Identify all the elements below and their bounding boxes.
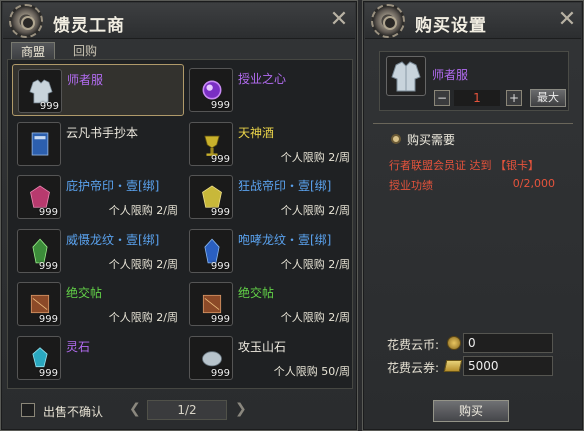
tab-buyback[interactable]: 回购 (63, 42, 107, 60)
gear-emblem-icon (371, 4, 405, 38)
item-name: 灵石 (66, 339, 91, 354)
item-count: 999 (210, 367, 230, 379)
selected-item-name: 师者服 (432, 68, 469, 82)
item-name: 咆哮龙纹・壹[绑] (238, 232, 332, 247)
item-count: 999 (210, 314, 230, 325)
item-name: 庇护帝印・壹[绑] (66, 179, 160, 193)
page-indicator: 1/2 (147, 400, 227, 420)
wine-cup-icon: 999 (189, 121, 233, 166)
cost-coin-label: 花费云币: (387, 338, 440, 352)
item-count: 999 (210, 100, 230, 111)
item-name: 师者服 (67, 73, 104, 87)
item-name: 绝交帖 (66, 286, 103, 300)
requirement-merit-label: 授业功绩 (389, 179, 433, 192)
close-icon[interactable]: ✕ (555, 9, 579, 33)
purchase-titlebar[interactable]: 购买设置 ✕ (365, 3, 581, 39)
item-count: 999 (210, 153, 230, 165)
purchase-limit: 个人限购 2/周 (108, 257, 178, 271)
purchase-settings-panel: 购买设置 ✕ 师者服 − 1 + 最大 购买需要 行者联盟会员证 达到 【银卡】… (362, 0, 584, 431)
shop-title: 馈灵工商 (53, 16, 125, 36)
seal-icon: 999 (17, 175, 61, 219)
gear-emblem-icon (9, 4, 43, 38)
shop-item[interactable]: 999 庇护帝印・壹[绑] 个人限购 2/周 (12, 171, 184, 223)
shop-item[interactable]: 999 咆哮龙纹・壹[绑] 个人限购 2/周 (184, 225, 356, 277)
item-name: 云凡书手抄本 (66, 125, 139, 140)
shop-item[interactable]: 999 授业之心 (184, 64, 356, 116)
purchase-limit: 个人限购 2/周 (280, 311, 350, 324)
robe-icon (386, 56, 426, 96)
item-count: 999 (210, 260, 230, 272)
seal-icon: 999 (189, 175, 233, 219)
shop-item[interactable]: 999 狂战帝印・壹[绑] 个人限购 2/周 (184, 171, 356, 223)
shop-titlebar[interactable]: 馈灵工商 ✕ (3, 3, 355, 39)
purchase-limit: 个人限购 2/周 (280, 150, 350, 164)
purchase-limit: 个人限购 2/周 (280, 204, 350, 217)
shop-item[interactable]: 999 师者服 (12, 64, 184, 116)
no-confirm-checkbox[interactable] (21, 403, 35, 417)
item-name: 绝交帖 (238, 286, 275, 300)
item-count: 999 (38, 367, 58, 379)
shop-item[interactable]: 999 灵石 (12, 332, 184, 384)
item-name: 天神酒 (238, 125, 275, 140)
coin-icon (447, 336, 461, 350)
purchase-limit: 个人限购 2/周 (280, 257, 350, 271)
item-name: 攻玉山石 (238, 339, 287, 354)
robe-icon: 999 (18, 69, 62, 113)
cost-coin-field: 0 (463, 333, 553, 353)
item-count: 999 (210, 207, 230, 218)
item-name: 威慑龙纹・壹[绑] (66, 232, 160, 247)
shop-panel: 馈灵工商 ✕ 商盟 回购 999 师者服 999 授业之心 云凡书手抄本 999 天神酒 个人… (0, 0, 358, 431)
shop-item[interactable]: 云凡书手抄本 (12, 118, 184, 170)
no-confirm-label: 出售不确认 (43, 405, 104, 419)
requirement-membership: 行者联盟会员证 达到 【银卡】 (389, 159, 539, 172)
scroll-icon: 999 (189, 282, 233, 326)
scroll-icon: 999 (17, 282, 61, 326)
shop-item[interactable]: 999 绝交帖 个人限购 2/周 (12, 278, 184, 330)
item-count: 999 (39, 101, 59, 112)
item-list: 999 师者服 999 授业之心 云凡书手抄本 999 天神酒 个人限购 2/周 999 庇护帝印… (7, 59, 353, 389)
divider (373, 123, 573, 124)
shop-item[interactable]: 999 天神酒 个人限购 2/周 (184, 118, 356, 170)
book-icon (17, 121, 61, 166)
purchase-title: 购买设置 (415, 16, 487, 36)
crystal-icon: 999 (189, 228, 233, 273)
requirement-bullet-icon (391, 134, 401, 144)
shop-item[interactable]: 999 威慑龙纹・壹[绑] 个人限购 2/周 (12, 225, 184, 277)
item-count: 999 (38, 260, 58, 272)
shop-item[interactable]: 999 攻玉山石个人限购 50/周 (184, 332, 356, 384)
close-icon[interactable]: ✕ (327, 9, 351, 33)
selected-item-box: 师者服 − 1 + 最大 (379, 51, 569, 111)
shop-item[interactable]: 999 绝交帖 个人限购 2/周 (184, 278, 356, 330)
purchase-limit: 个人限购 50/周 (273, 364, 350, 378)
purchase-limit: 个人限购 2/周 (108, 204, 178, 217)
requirements-title: 购买需要 (407, 133, 456, 147)
increase-quantity-button[interactable]: + (506, 90, 522, 106)
crystal-icon: 999 (17, 228, 61, 273)
purchase-limit: 个人限购 2/周 (108, 311, 178, 324)
cost-ticket-label: 花费云券: (387, 361, 440, 375)
shop-footer: 出售不确认 ❮ 1/2 ❯ (11, 399, 351, 423)
max-quantity-button[interactable]: 最大 (530, 89, 566, 107)
quantity-input[interactable]: 1 (454, 90, 500, 106)
decrease-quantity-button[interactable]: − (434, 90, 450, 106)
item-count: 999 (38, 314, 58, 325)
cost-ticket-field: 5000 (463, 356, 553, 376)
item-name: 授业之心 (238, 72, 287, 86)
prev-page-icon[interactable]: ❮ (129, 401, 141, 417)
buy-button[interactable]: 购买 (433, 400, 509, 422)
tab-guild-shop[interactable]: 商盟 (11, 42, 55, 60)
item-count: 999 (38, 207, 58, 218)
item-name: 狂战帝印・壹[绑] (238, 179, 332, 193)
stone-icon: 999 (189, 335, 233, 380)
next-page-icon[interactable]: ❯ (235, 401, 247, 417)
requirement-merit-value: 0/2,000 (512, 177, 555, 190)
orb-icon: 999 (189, 68, 233, 112)
gem-icon: 999 (17, 335, 61, 380)
ticket-icon (443, 360, 463, 372)
